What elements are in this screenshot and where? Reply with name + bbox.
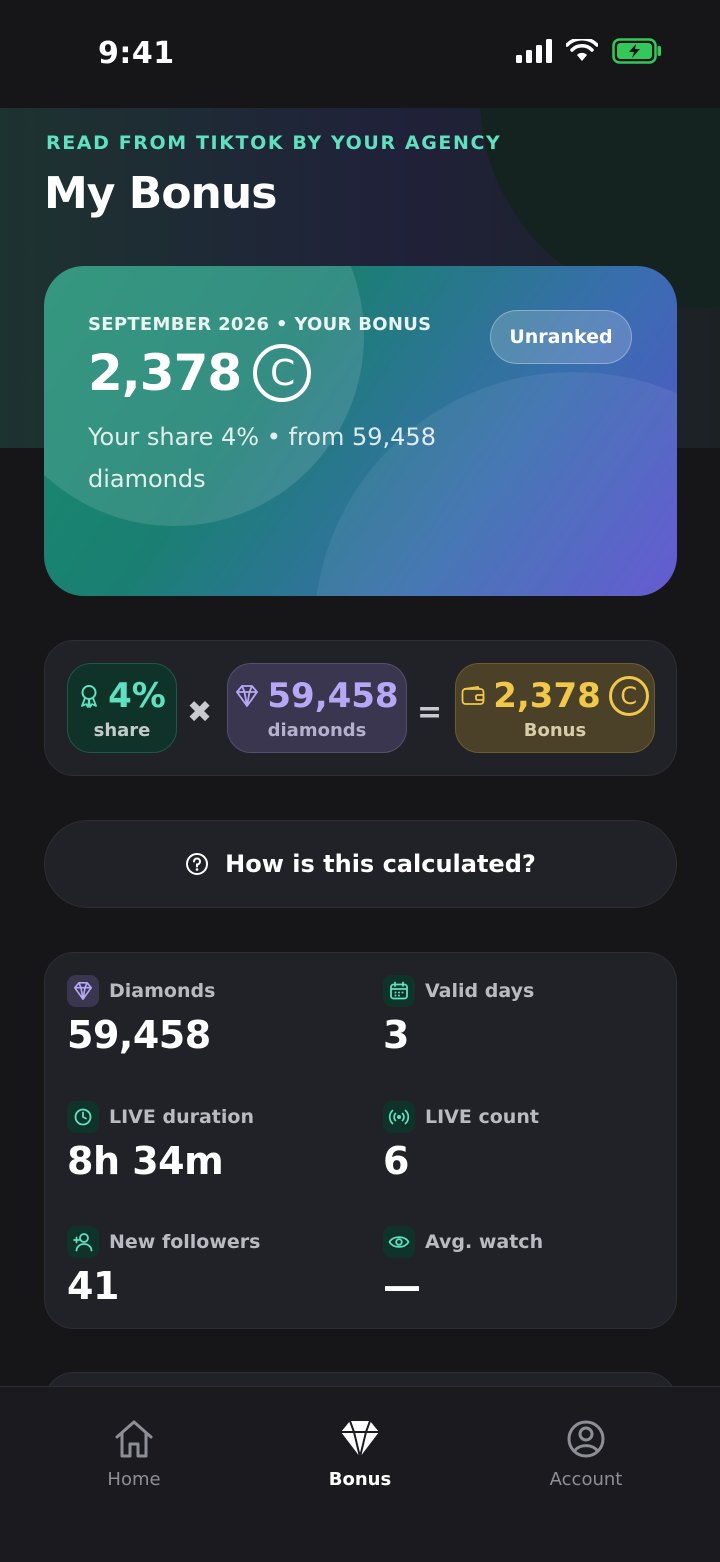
account-icon [567, 1420, 605, 1458]
calendar-icon [383, 975, 415, 1007]
stat-valid-days: Valid days 3 [383, 975, 663, 1057]
diamonds-chip: 59,458 diamonds [227, 663, 407, 753]
stat-value: 6 [383, 1139, 409, 1183]
tab-account[interactable]: Account [486, 1419, 686, 1490]
diamonds-value: 59,458 [267, 675, 399, 716]
hero-subtitle: Your share 4% • from 59,458 diamonds [88, 423, 436, 493]
tab-home-label: Home [107, 1469, 161, 1490]
status-bar: 9:41 [0, 0, 720, 108]
bonus-chip: 2,378 C Bonus [455, 663, 655, 753]
stat-value: 3 [383, 1013, 409, 1057]
status-icons [516, 38, 662, 64]
stat-label: LIVE count [425, 1106, 539, 1128]
stat-label: Diamonds [109, 980, 216, 1002]
stat-new-followers: New followers 41 [67, 1226, 347, 1308]
add-user-icon [67, 1226, 99, 1258]
share-chip: 4% share [67, 663, 177, 753]
stat-value: 8h 34m [67, 1139, 224, 1183]
bottom-tab-bar: Home Bonus Account [0, 1386, 720, 1562]
stat-live-duration: LIVE duration 8h 34m [67, 1101, 347, 1183]
battery-charging-icon [612, 38, 661, 64]
hero-bonus-amount: 2,378 C [88, 344, 312, 402]
wallet-icon [461, 685, 485, 705]
diamond-icon [236, 684, 259, 707]
eye-icon [383, 1226, 415, 1258]
bonus-formula-card: 4% share ✖ 59,458 diamonds = 2,378 C Bon… [44, 640, 677, 776]
stat-label: Valid days [425, 980, 535, 1002]
how-calculated-button[interactable]: How is this calculated? [44, 820, 677, 908]
how-calculated-label: How is this calculated? [225, 850, 536, 878]
stat-value: 59,458 [67, 1013, 211, 1057]
status-time: 9:41 [98, 36, 175, 71]
broadcast-icon [383, 1101, 415, 1133]
stat-label: New followers [109, 1231, 261, 1253]
bonus-value: 2,378 [493, 675, 601, 716]
rank-badge[interactable]: Unranked [490, 310, 632, 364]
stats-card: Diamonds 59,458 Valid days 3 LIVE durati… [44, 952, 677, 1329]
page-title: My Bonus [44, 168, 277, 219]
diamonds-label: diamonds [267, 719, 367, 741]
home-icon [115, 1420, 153, 1458]
page-eyebrow: READ FROM TIKTOK BY YOUR AGENCY [46, 132, 502, 154]
coin-icon: C [253, 344, 312, 402]
multiply-icon: ✖ [187, 695, 213, 730]
clock-icon [67, 1101, 99, 1133]
wifi-icon [566, 39, 598, 61]
tab-bonus-label: Bonus [328, 1469, 392, 1490]
share-value: 4% [108, 675, 166, 716]
stat-value: 41 [67, 1264, 119, 1308]
tab-account-label: Account [549, 1469, 623, 1490]
diamond-icon [341, 1420, 379, 1458]
coin-icon: C [608, 675, 649, 716]
stat-avg-watch: Avg. watch — [383, 1226, 663, 1308]
award-ribbon-icon [81, 684, 98, 708]
question-circle-icon [186, 853, 209, 875]
bonus-label: Bonus [523, 719, 587, 741]
diamond-icon [67, 975, 99, 1007]
cellular-signal-icon [516, 39, 552, 63]
tab-home[interactable]: Home [34, 1419, 234, 1490]
share-label: share [93, 719, 151, 741]
hero-amount-value: 2,378 [88, 344, 242, 402]
hero-period-label: SEPTEMBER 2026 • YOUR BONUS [88, 314, 432, 335]
equals-icon: = [417, 695, 443, 730]
stat-diamonds: Diamonds 59,458 [67, 975, 347, 1057]
stat-label: LIVE duration [109, 1106, 254, 1128]
tab-bonus[interactable]: Bonus [260, 1419, 460, 1490]
stat-label: Avg. watch [425, 1231, 544, 1253]
stat-live-count: LIVE count 6 [383, 1101, 663, 1183]
stat-value: — [383, 1264, 421, 1308]
bonus-hero-card: SEPTEMBER 2026 • YOUR BONUS 2,378 C Your… [44, 266, 677, 596]
